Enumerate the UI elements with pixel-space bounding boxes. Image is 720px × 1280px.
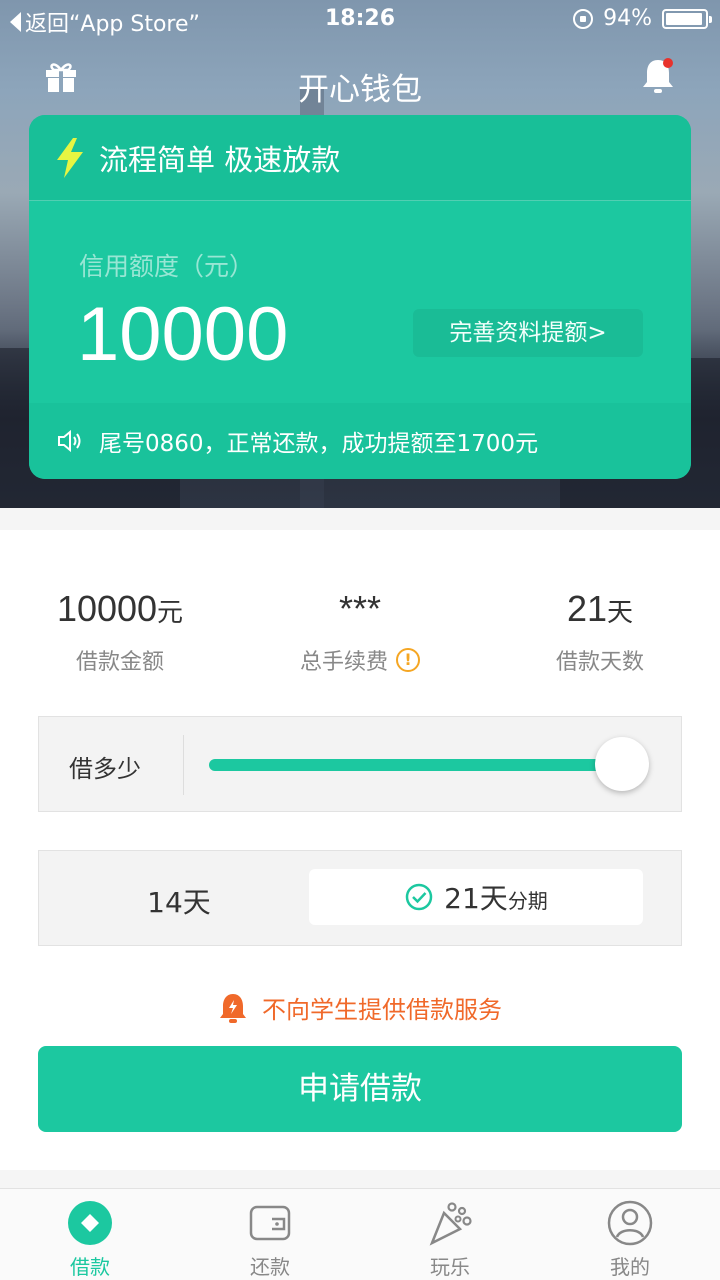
tab-loan-label: 借款	[70, 1255, 110, 1279]
total-fee-stat: *** 总手续费 !	[270, 588, 450, 676]
amount-slider-track[interactable]	[209, 759, 639, 771]
orientation-lock-icon	[573, 8, 594, 29]
bell-icon[interactable]	[640, 56, 676, 96]
amount-slider-handle[interactable]	[595, 737, 649, 791]
battery-icon	[662, 8, 712, 29]
loan-amount-value: 10000	[56, 588, 158, 629]
apply-loan-button[interactable]: 申请借款	[38, 1046, 682, 1132]
student-notice-text: 不向学生提供借款服务	[262, 996, 502, 1024]
fee-info-icon[interactable]: !	[396, 648, 420, 672]
loan-days-unit: 天	[607, 597, 634, 627]
loan-icon	[68, 1201, 112, 1245]
loan-amount-unit: 元	[157, 597, 184, 627]
term-option-installment-label: 分期	[507, 889, 548, 913]
improve-profile-button[interactable]: 完善资料提额>	[413, 309, 643, 357]
loan-days-label: 借款天数	[555, 650, 644, 675]
tab-fun-label: 玩乐	[430, 1255, 470, 1279]
battery-percent: 94%	[603, 6, 652, 31]
total-fee-label: 总手续费	[299, 650, 388, 675]
term-option-21-installment[interactable]: 21天分期	[309, 869, 643, 925]
total-fee-value: ***	[338, 588, 382, 629]
tab-repay[interactable]: 还款	[180, 1189, 360, 1280]
credit-card: 流程简单 极速放款 信用额度（元） 10000 完善资料提额> 尾号0860，正…	[29, 115, 691, 479]
tab-bar: 借款 还款 玩乐 我的	[0, 1188, 720, 1280]
amount-slider-box: 借多少	[38, 716, 682, 812]
status-bar: 返回“App Store” 18:26 94%	[0, 0, 720, 40]
tab-loan[interactable]: 借款	[0, 1189, 180, 1280]
student-notice: 不向学生提供借款服务	[0, 990, 720, 1025]
tab-fun[interactable]: 玩乐	[360, 1189, 540, 1280]
card-headline: 流程简单 极速放款	[99, 142, 341, 177]
loan-amount-label: 借款金额	[75, 650, 164, 675]
tab-mine[interactable]: 我的	[540, 1189, 720, 1280]
divider	[183, 735, 184, 795]
lightning-icon	[57, 137, 83, 178]
tab-mine-label: 我的	[610, 1255, 650, 1279]
loan-days-stat: 21天 借款天数	[510, 588, 690, 676]
speaker-icon	[58, 429, 81, 453]
page-title: 开心钱包	[298, 72, 422, 108]
wallet-icon	[249, 1205, 291, 1241]
profile-icon	[607, 1200, 653, 1246]
announcement-bar: 尾号0860，正常还款，成功提额至1700元	[29, 403, 691, 479]
amount-slider-label: 借多少	[69, 755, 141, 783]
loan-amount-stat: 10000元 借款金额	[30, 588, 210, 676]
loan-panel: 10000元 借款金额 *** 总手续费 ! 21天 借款天数 借多少 14天 …	[0, 530, 720, 1170]
loan-days-value: 21	[566, 588, 608, 629]
tab-repay-label: 还款	[250, 1255, 290, 1279]
alarm-bell-icon	[220, 993, 246, 1023]
announcement-text: 尾号0860，正常还款，成功提额至1700元	[99, 431, 539, 457]
card-header: 流程简单 极速放款	[29, 115, 691, 201]
unread-dot	[663, 58, 673, 68]
credit-limit-value: 10000	[77, 292, 289, 377]
term-selector: 14天 21天分期	[38, 850, 682, 946]
term-option-21-label: 21天	[444, 882, 508, 915]
term-option-14[interactable]: 14天	[99, 881, 259, 921]
party-icon	[429, 1202, 472, 1246]
credit-limit-label: 信用额度（元）	[79, 252, 255, 281]
check-circle-icon	[405, 883, 433, 911]
nav-bar: 开心钱包	[0, 52, 720, 112]
